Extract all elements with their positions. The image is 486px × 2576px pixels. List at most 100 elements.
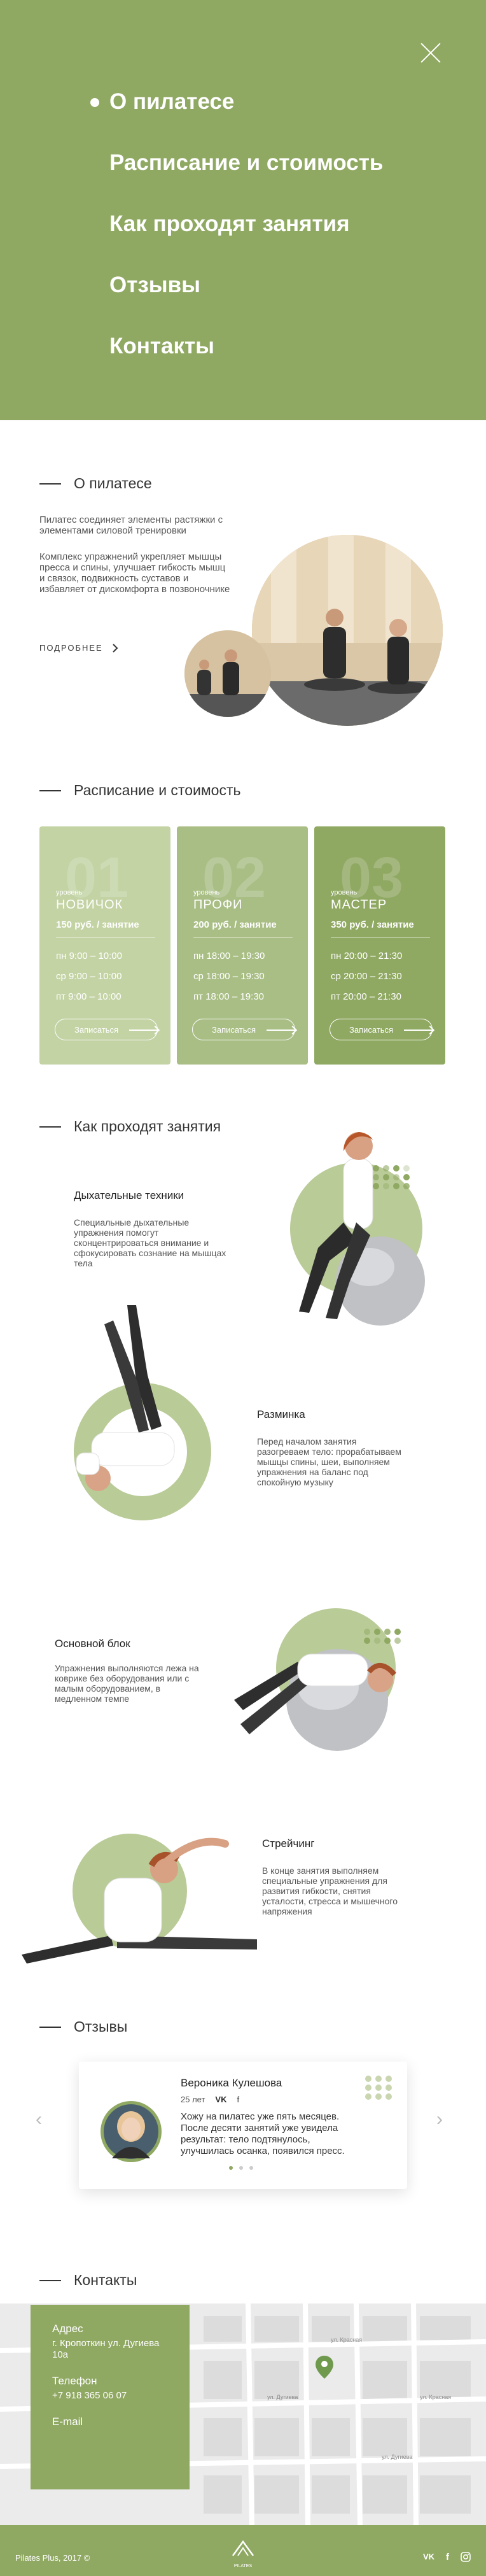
schedule-row: пн 18:00 – 19:30	[193, 951, 265, 961]
nav-item-contacts[interactable]: Контакты	[109, 316, 383, 377]
section-heading-classes: Как проходят занятия	[39, 1118, 221, 1135]
heading-line	[39, 789, 61, 791]
arrow-right-icon	[267, 1030, 296, 1031]
address-label: Адрес	[52, 2323, 83, 2335]
signup-button[interactable]: Записаться	[330, 1019, 433, 1040]
about-paragraph-1: Пилатес соединяет элементы растяжки с эл…	[39, 514, 223, 536]
next-review-arrow-icon[interactable]: ›	[436, 2109, 443, 2130]
logo[interactable]: PILATES	[229, 2539, 257, 2568]
nav-menu: О пилатесе Расписание и стоимость Как пр…	[90, 71, 383, 377]
nav-item-label: Расписание и стоимость	[109, 150, 384, 175]
street-label: ул. Дугиева	[382, 2454, 413, 2460]
more-link[interactable]: ПОДРОБНЕЕ	[39, 643, 118, 653]
signup-button[interactable]: Записаться	[55, 1019, 158, 1040]
facebook-icon[interactable]: f	[237, 2095, 239, 2104]
contact-card: Адрес г. Кропоткин ул. Дугиева 10а Телеф…	[31, 2305, 190, 2489]
arrow-right-icon	[129, 1030, 158, 1031]
schedule-row: пт 20:00 – 21:30	[331, 991, 401, 1002]
step-text-warmup: Перед началом занятия разогреваем тело: …	[257, 1436, 401, 1487]
vk-icon[interactable]: VK	[423, 2552, 434, 2563]
card-level-name: НОВИЧОК	[56, 898, 123, 912]
schedule-row: пт 18:00 – 19:30	[193, 991, 264, 1002]
pricing-card-master: 03 уровень МАСТЕР 350 руб. / занятие пн …	[314, 826, 445, 1065]
pager-dot[interactable]	[239, 2166, 243, 2170]
decorative-dots-icon	[364, 1629, 402, 1644]
heading-line	[39, 1126, 61, 1128]
pricing-card-pro: 02 уровень ПРОФИ 200 руб. / занятие пн 1…	[177, 826, 308, 1065]
phone-label: Телефон	[52, 2375, 97, 2387]
copyright-text: Pilates Plus, 2017	[15, 2553, 82, 2563]
card-level-label: уровень	[193, 889, 220, 896]
pager-dot[interactable]	[249, 2166, 253, 2170]
nav-item-label: Как проходят занятия	[109, 211, 350, 236]
heading-text: Отзывы	[74, 2018, 128, 2035]
card-level-label: уровень	[56, 889, 83, 896]
reviewer-age: 25 лет	[181, 2095, 205, 2104]
section-heading-about: О пилатесе	[39, 475, 152, 492]
footer: Pilates Plus, 2017 © PILATES VK f	[0, 2525, 486, 2576]
nav-item-schedule[interactable]: Расписание и стоимость	[109, 132, 383, 194]
email-label[interactable]: E-mail	[52, 2416, 168, 2428]
nav-item-label: О пилатесе	[109, 89, 235, 114]
nav-item-reviews[interactable]: Отзывы	[109, 255, 383, 316]
avatar	[101, 2101, 162, 2162]
section-heading-pricing: Расписание и стоимость	[39, 782, 240, 799]
pricing-card-beginner: 01 уровень НОВИЧОК 150 руб. / занятие пн…	[39, 826, 170, 1065]
signup-button-label: Записаться	[74, 1024, 119, 1035]
map-pin-icon[interactable]	[316, 2356, 333, 2379]
vk-icon[interactable]: VK	[215, 2095, 226, 2104]
review-pager	[229, 2166, 253, 2170]
signup-button-label: Записаться	[212, 1024, 256, 1035]
pager-dot-active[interactable]	[229, 2166, 233, 2170]
instagram-icon[interactable]	[461, 2552, 471, 2562]
step-text-main: Упражнения выполняются лежа на коврике б…	[55, 1663, 199, 1704]
decorative-dots-icon	[373, 1165, 411, 1189]
chevron-right-icon	[113, 643, 118, 653]
phone-value[interactable]: +7 918 365 06 07	[52, 2390, 168, 2402]
card-level-name: МАСТЕР	[331, 898, 387, 912]
step-title-breathing: Дыхательные техники	[74, 1189, 184, 1201]
arrow-right-icon	[404, 1030, 433, 1031]
nav-item-classes[interactable]: Как проходят занятия	[109, 194, 383, 255]
decorative-dots-icon	[365, 2076, 393, 2100]
group-yoga-illustration	[252, 535, 443, 726]
signup-button[interactable]: Записаться	[192, 1019, 296, 1040]
nav-item-label: Контакты	[109, 334, 215, 358]
street-label: ул. Красная	[420, 2394, 452, 2400]
step-title-main: Основной блок	[55, 1638, 130, 1650]
address-value: г. Кропоткин ул. Дугиева 10а	[52, 2338, 160, 2360]
active-dot-icon	[90, 98, 99, 107]
about-paragraph-2: Комплекс упражнений укрепляет мышцы прес…	[39, 551, 230, 595]
nav-item-about[interactable]: О пилатесе	[90, 71, 383, 132]
close-icon[interactable]	[420, 42, 441, 64]
card-divider	[331, 937, 430, 938]
step-text-breathing: Специальные дыхательные упражнения помог…	[74, 1217, 226, 1268]
heading-text: Контакты	[74, 2272, 137, 2288]
group-yoga-photo	[252, 535, 443, 726]
card-price: 200 руб. / занятие	[193, 919, 277, 930]
nav-menu-overlay: О пилатесе Расписание и стоимость Как пр…	[0, 0, 486, 420]
card-schedule: пн 18:00 – 19:30 ср 18:00 – 19:30 пт 18:…	[193, 946, 265, 1007]
more-link-label: ПОДРОБНЕЕ	[39, 643, 103, 653]
logo-icon	[232, 2540, 254, 2556]
warmup-exercise-illustration	[74, 1305, 211, 1520]
card-schedule: пн 20:00 – 21:30 ср 20:00 – 21:30 пт 20:…	[331, 946, 402, 1007]
prev-review-arrow-icon[interactable]: ‹	[36, 2109, 42, 2130]
step-title-stretching: Стрейчинг	[262, 1837, 315, 1850]
nav-item-label: Отзывы	[109, 272, 201, 297]
breathing-exercise-illustration	[290, 1132, 425, 1326]
step-text-stretching: В конце занятия выполняем специальные уп…	[262, 1865, 398, 1916]
heading-line	[39, 2026, 61, 2028]
copyright: Pilates Plus, 2017 ©	[15, 2553, 90, 2563]
review-card: Вероника Кулешова 25 лет VK f Хожу на пи…	[79, 2062, 407, 2189]
step-title-warmup: Разминка	[257, 1408, 305, 1420]
social-links: VK f	[423, 2552, 471, 2563]
facebook-icon[interactable]: f	[446, 2552, 449, 2563]
schedule-row: ср 9:00 – 10:00	[56, 971, 122, 982]
card-level-name: ПРОФИ	[193, 898, 243, 912]
reviewer-name: Вероника Кулешова	[181, 2077, 282, 2089]
card-price: 150 руб. / занятие	[56, 919, 139, 930]
review-text: Хожу на пилатес уже пять месяцев. После …	[181, 2111, 345, 2156]
schedule-row: ср 20:00 – 21:30	[331, 971, 402, 982]
card-price: 350 руб. / занятие	[331, 919, 414, 930]
